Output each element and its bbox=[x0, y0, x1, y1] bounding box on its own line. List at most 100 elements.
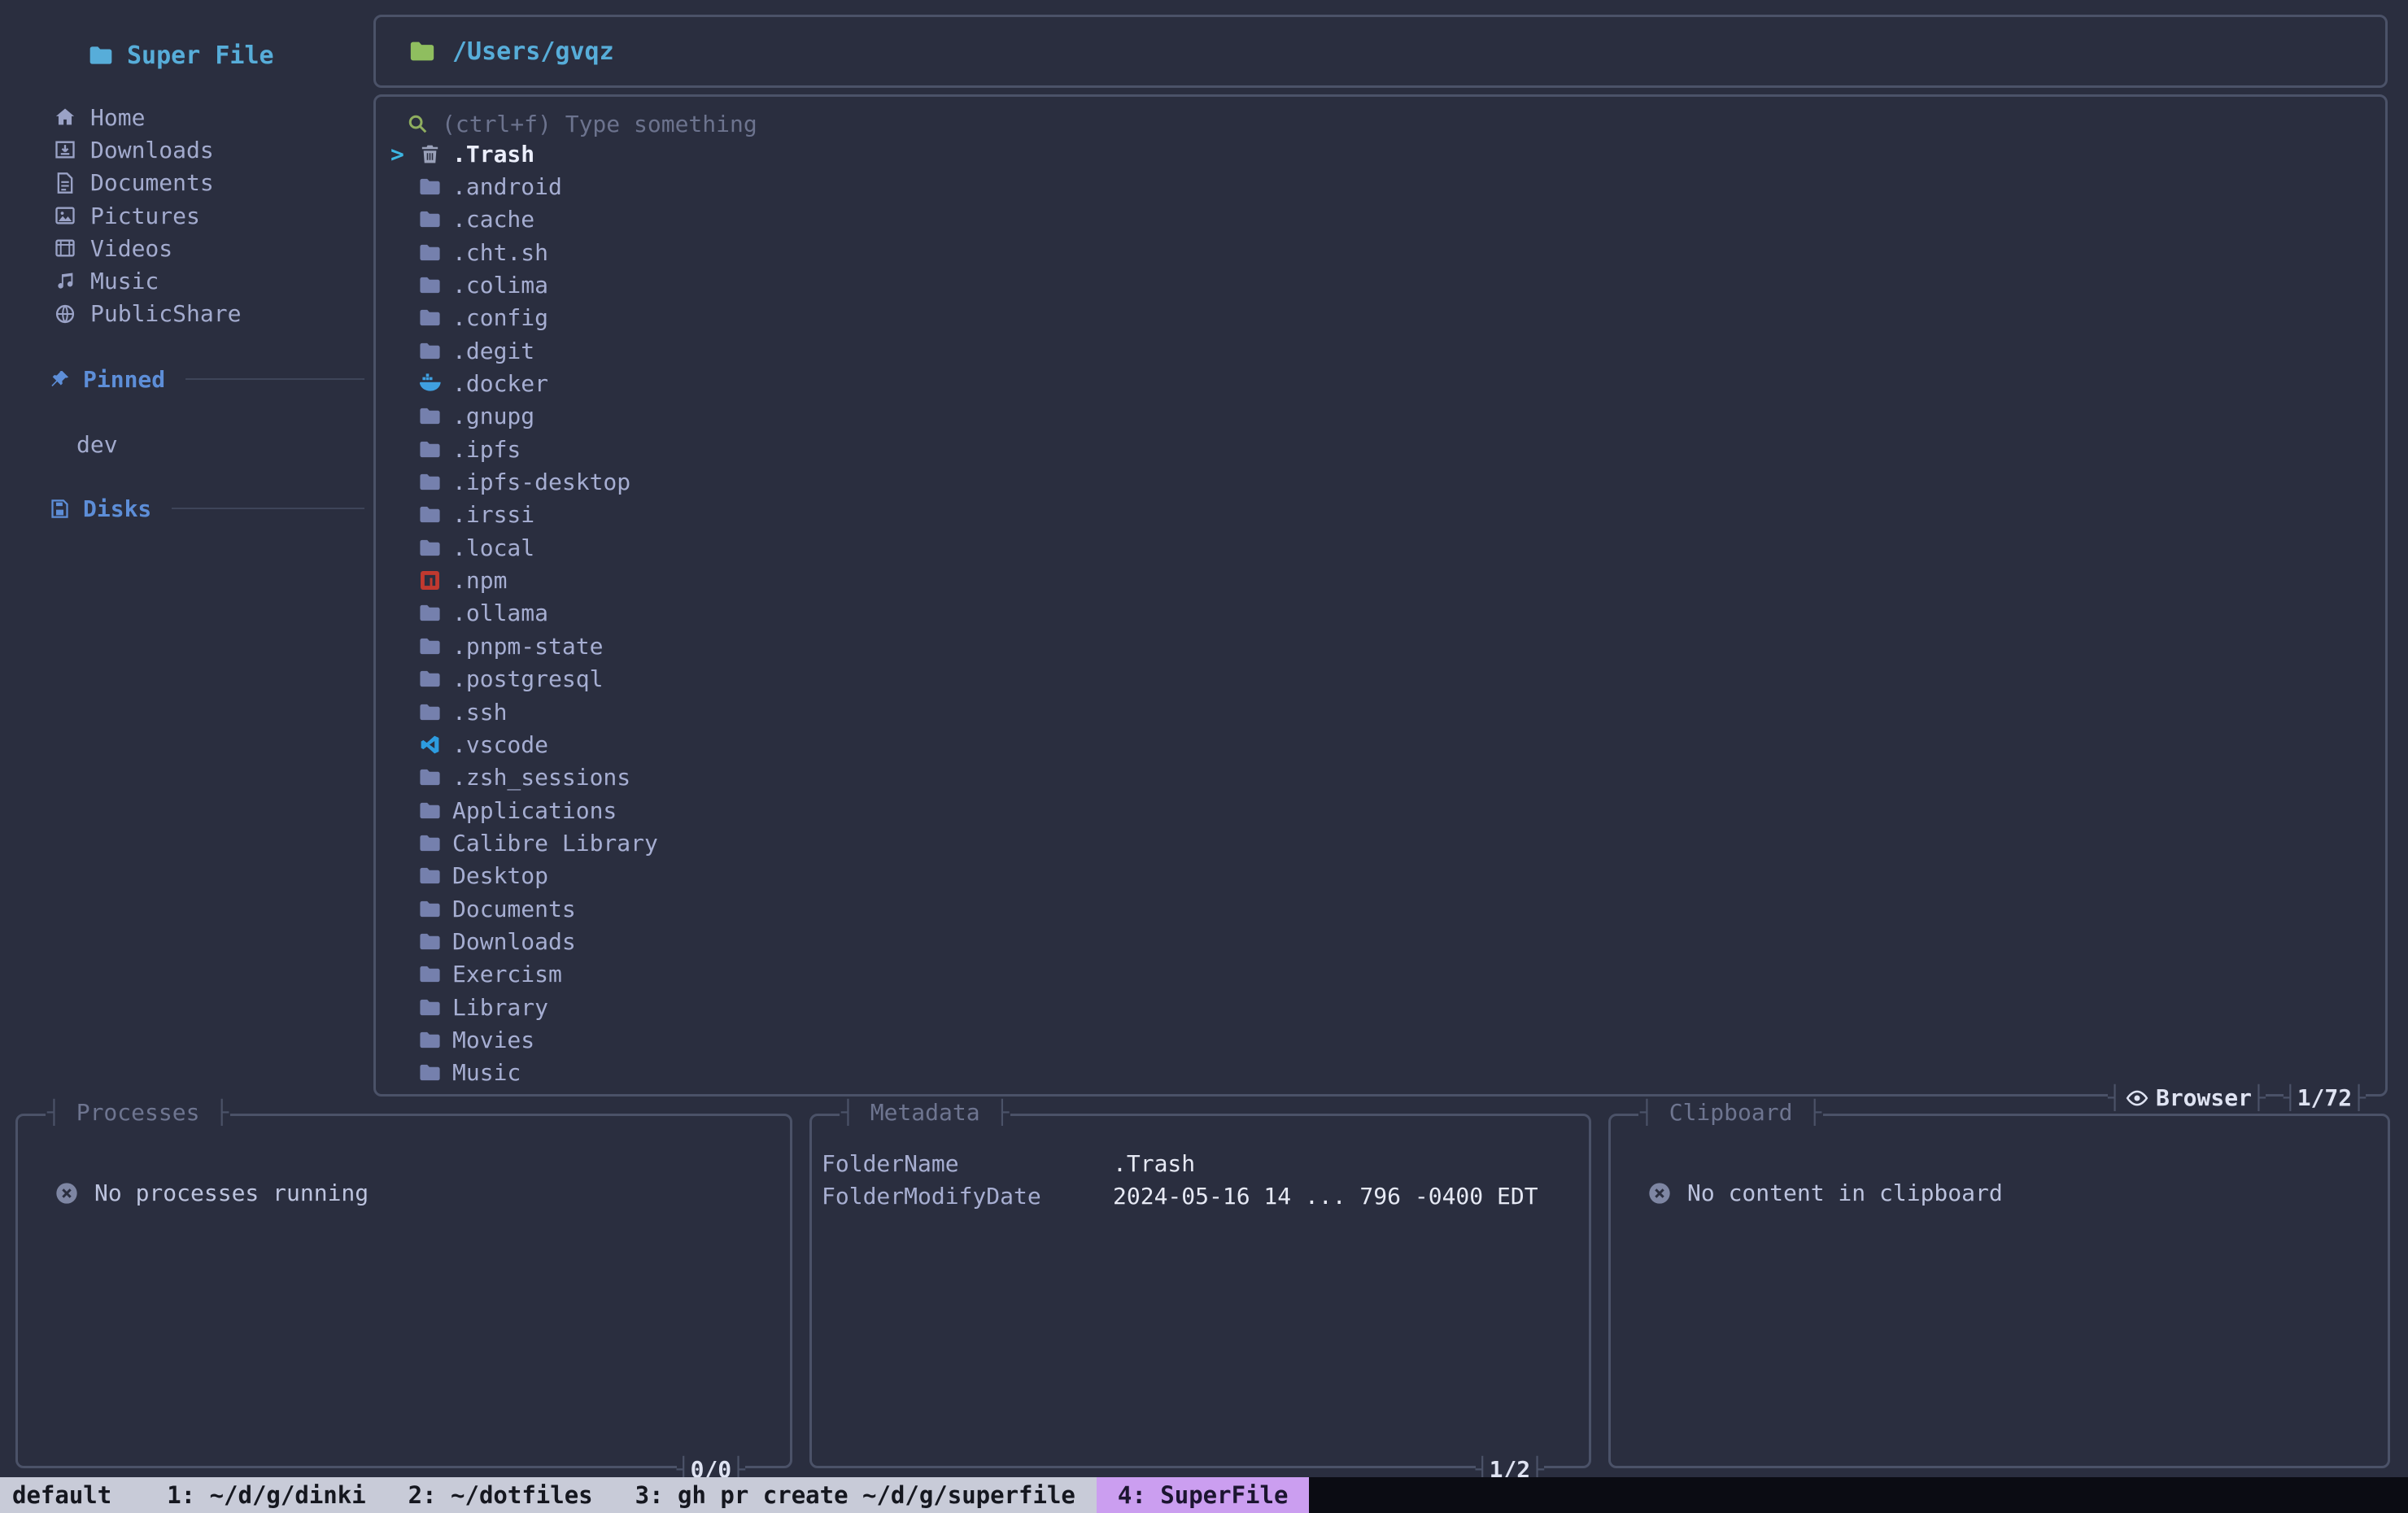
file-row[interactable]: Applications bbox=[387, 794, 2374, 826]
eye-icon bbox=[2125, 1086, 2149, 1110]
file-row[interactable]: Music bbox=[387, 1057, 2374, 1089]
sidebar-item-downloads[interactable]: Downloads bbox=[20, 133, 369, 166]
file-row[interactable]: .cht.sh bbox=[387, 236, 2374, 268]
file-row[interactable]: .android bbox=[387, 170, 2374, 203]
globe-icon bbox=[54, 303, 76, 325]
file-row[interactable]: .ipfs bbox=[387, 433, 2374, 465]
sidebar-item-documents[interactable]: Documents bbox=[20, 167, 369, 199]
file-row[interactable]: >.Trash bbox=[387, 137, 2374, 170]
file-row[interactable]: .degit bbox=[387, 334, 2374, 367]
disks-divider bbox=[172, 508, 364, 509]
sidebar-item-publicshare[interactable]: PublicShare bbox=[20, 298, 369, 330]
file-panel-footer: ┤ Browser ├ ┤ 1/72 ├ bbox=[2108, 1084, 2366, 1111]
sidebar-nav: Home Downloads Documents Pictures VideosMusi… bbox=[20, 101, 369, 330]
docker-icon bbox=[418, 372, 442, 395]
home-icon bbox=[54, 106, 76, 129]
file-name: Exercism bbox=[452, 961, 562, 988]
npm-icon bbox=[418, 569, 442, 592]
file-row[interactable]: .pnpm-state bbox=[387, 630, 2374, 662]
folder-icon bbox=[418, 765, 442, 789]
app-title-label: Super File bbox=[127, 41, 274, 70]
pinned-item-dev[interactable]: dev bbox=[20, 428, 369, 460]
tmux-bar-filler bbox=[1309, 1477, 2408, 1513]
file-row[interactable]: Desktop bbox=[387, 860, 2374, 892]
file-row[interactable]: Movies bbox=[387, 1023, 2374, 1056]
file-row[interactable]: .ssh bbox=[387, 695, 2374, 728]
folder-icon bbox=[418, 339, 442, 363]
search-bar[interactable]: (ctrl+f) Type something bbox=[405, 107, 757, 141]
file-row[interactable]: Exercism bbox=[387, 958, 2374, 991]
tmux-session-name: default bbox=[12, 1481, 146, 1509]
file-row[interactable]: .npm bbox=[387, 564, 2374, 596]
file-row[interactable]: .ollama bbox=[387, 597, 2374, 630]
processes-empty-state: No processes running bbox=[54, 1179, 369, 1206]
tmux-window-3[interactable]: 3: gh pr create ~/d/g/superfile bbox=[614, 1481, 1097, 1509]
file-name: Downloads bbox=[452, 928, 576, 955]
folder-icon bbox=[418, 930, 442, 953]
sidebar-item-label: Pictures bbox=[90, 203, 200, 229]
tmux-window-1[interactable]: 1: ~/d/g/dinki bbox=[146, 1481, 386, 1509]
clipboard-empty-state: No content in clipboard bbox=[1647, 1179, 2003, 1206]
search-placeholder: (ctrl+f) Type something bbox=[442, 111, 757, 137]
file-name: .degit bbox=[452, 338, 534, 364]
file-name: .colima bbox=[452, 272, 548, 299]
file-panel: (ctrl+f) Type something >.Trash.android.… bbox=[373, 94, 2388, 1097]
file-row[interactable]: .zsh_sessions bbox=[387, 761, 2374, 794]
folder-icon bbox=[418, 831, 442, 855]
file-row[interactable]: Documents bbox=[387, 892, 2374, 925]
app-title: Super File bbox=[20, 33, 369, 78]
clipboard-title-label: Clipboard bbox=[1669, 1099, 1793, 1126]
file-name: Documents bbox=[452, 896, 576, 922]
metadata-value: 2024-05-16 14 ... 796 -0400 EDT bbox=[1113, 1183, 1538, 1210]
file-row[interactable]: .colima bbox=[387, 268, 2374, 301]
sidebar-item-music[interactable]: Music bbox=[20, 264, 369, 297]
tick: ┤ bbox=[1638, 1099, 1656, 1126]
file-row[interactable]: .config bbox=[387, 302, 2374, 334]
folder-icon bbox=[418, 536, 442, 560]
folder-icon bbox=[418, 241, 442, 264]
file-position-value: 1/72 bbox=[2297, 1084, 2352, 1111]
metadata-value: .Trash bbox=[1113, 1150, 1195, 1177]
sidebar-item-label: Documents bbox=[90, 169, 214, 196]
tmux-window-4[interactable]: 4: SuperFile bbox=[1097, 1477, 1310, 1513]
file-row[interactable]: .local bbox=[387, 531, 2374, 564]
sidebar-item-label: PublicShare bbox=[90, 300, 241, 327]
tick: ├ bbox=[2352, 1084, 2366, 1111]
music-icon bbox=[54, 270, 76, 293]
sidebar-item-home[interactable]: Home bbox=[20, 101, 369, 133]
file-row[interactable]: .vscode bbox=[387, 728, 2374, 761]
file-row[interactable]: .gnupg bbox=[387, 400, 2374, 433]
processes-panel: ┤ Processes ├ No processes running ┤ 0/0… bbox=[15, 1114, 792, 1468]
file-row[interactable]: Downloads bbox=[387, 925, 2374, 957]
metadata-rows: FolderName.TrashFolderModifyDate2024-05-… bbox=[822, 1147, 1581, 1212]
file-row[interactable]: .docker bbox=[387, 367, 2374, 399]
pinned-divider bbox=[185, 378, 364, 380]
folder-icon bbox=[418, 306, 442, 329]
file-position-counter: ┤ 1/72 ├ bbox=[2284, 1084, 2366, 1111]
pinned-list: dev bbox=[20, 428, 369, 460]
trash-icon bbox=[418, 142, 442, 166]
sidebar-item-label: Downloads bbox=[90, 137, 214, 164]
file-row[interactable]: Library bbox=[387, 991, 2374, 1023]
file-row[interactable]: .ipfs-desktop bbox=[387, 465, 2374, 498]
file-row[interactable]: Calibre Library bbox=[387, 826, 2374, 859]
search-icon bbox=[405, 111, 430, 136]
file-row[interactable]: .postgresql bbox=[387, 663, 2374, 695]
file-row[interactable]: .cache bbox=[387, 203, 2374, 236]
file-name: Desktop bbox=[452, 862, 548, 889]
file-name: Applications bbox=[452, 797, 617, 824]
sidebar-item-pictures[interactable]: Pictures bbox=[20, 199, 369, 232]
file-name: .npm bbox=[452, 567, 507, 594]
circle-x-icon bbox=[54, 1180, 80, 1206]
file-name: Calibre Library bbox=[452, 830, 658, 857]
file-name: .Trash bbox=[452, 141, 534, 168]
folder-icon bbox=[418, 700, 442, 724]
file-row[interactable]: .irssi bbox=[387, 499, 2374, 531]
tmux-window-2[interactable]: 2: ~/dotfiles bbox=[387, 1481, 614, 1509]
path-bar: /Users/gvqz bbox=[373, 15, 2388, 88]
sidebar-item-videos[interactable]: Videos bbox=[20, 232, 369, 264]
metadata-key: FolderModifyDate bbox=[822, 1183, 1113, 1210]
disks-header: Disks bbox=[20, 492, 369, 525]
sidebar: Super File Home Downloads Documents Picture… bbox=[20, 33, 369, 525]
tick: ┤ bbox=[2284, 1084, 2297, 1111]
